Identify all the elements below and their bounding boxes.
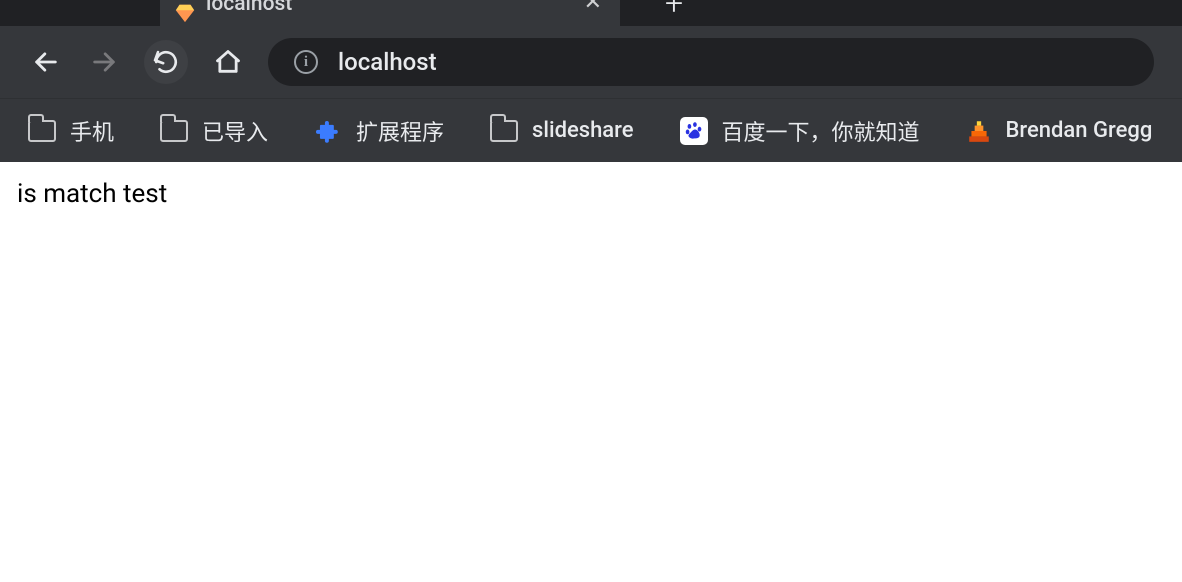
bookmarks-bar: 手机 已导入 扩展程序 slideshare 百度一下，你就知道 Bren <box>0 98 1182 162</box>
folder-icon <box>490 120 518 142</box>
address-bar[interactable]: localhost <box>268 38 1154 86</box>
bookmark-brendan-gregg[interactable]: Brendan Gregg <box>966 118 1153 144</box>
bookmark-label: slideshare <box>532 118 633 143</box>
back-button[interactable] <box>28 44 64 80</box>
bookmark-label: Brendan Gregg <box>1006 118 1153 143</box>
bookmark-folder-imported[interactable]: 已导入 <box>160 115 268 147</box>
bookmark-label: 百度一下，你就知道 <box>722 115 920 147</box>
site-info-icon[interactable] <box>294 50 318 74</box>
page-content: is match test <box>0 162 1182 226</box>
bookmark-baidu[interactable]: 百度一下，你就知道 <box>680 115 920 147</box>
plus-icon: + <box>665 0 683 22</box>
bookmark-label: 手机 <box>70 115 114 147</box>
flame-icon <box>966 118 992 144</box>
toolbar: localhost <box>0 26 1182 98</box>
bookmark-folder-phone[interactable]: 手机 <box>28 115 114 147</box>
bookmark-label: 已导入 <box>202 115 268 147</box>
bookmark-folder-slideshare[interactable]: slideshare <box>490 118 633 143</box>
diamond-icon <box>174 2 196 24</box>
close-tab-icon[interactable]: ✕ <box>584 0 602 15</box>
new-tab-button[interactable]: + <box>644 0 704 26</box>
url-text: localhost <box>338 48 437 76</box>
tab-title: localhost <box>206 0 292 15</box>
bookmark-label: 扩展程序 <box>356 115 444 147</box>
tab-strip: localhost ✕ + <box>0 0 1182 26</box>
folder-icon <box>28 120 56 142</box>
reload-button[interactable] <box>144 40 188 84</box>
puzzle-icon <box>314 117 342 145</box>
bookmark-extensions[interactable]: 扩展程序 <box>314 115 444 147</box>
browser-tab[interactable]: localhost ✕ <box>160 0 620 26</box>
body-text: is match test <box>17 179 1165 209</box>
baidu-icon <box>680 117 708 145</box>
home-button[interactable] <box>210 44 246 80</box>
folder-icon <box>160 120 188 142</box>
forward-button[interactable] <box>86 44 122 80</box>
